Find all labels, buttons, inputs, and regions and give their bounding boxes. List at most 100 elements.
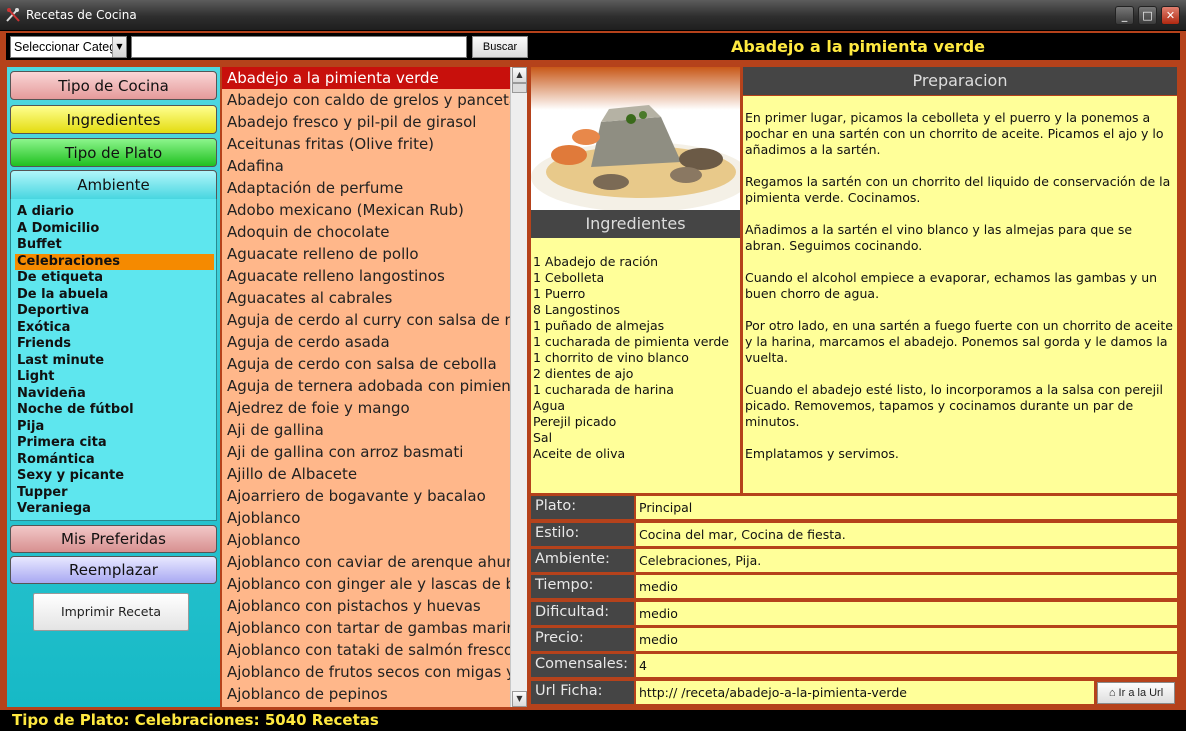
scroll-down-icon[interactable]: ▼	[512, 691, 527, 707]
category-select[interactable]: Seleccionar Categoría ▼	[10, 36, 127, 58]
preparation-step: Cuando el alcohol empiece a evaporar, ec…	[745, 270, 1158, 301]
recipe-title: Abadejo a la pimienta verde	[730, 37, 986, 56]
go-to-url-button[interactable]: ⌂ Ir a la Url	[1097, 682, 1175, 704]
recipe-list-item[interactable]: Aguja de ternera adobada con pimientos	[222, 375, 510, 397]
ambiente-item[interactable]: Light	[15, 369, 214, 385]
scroll-up-icon[interactable]: ▲	[512, 67, 527, 83]
recipe-list: Abadejo a la pimienta verde Abadejo con c…	[222, 67, 527, 707]
ingredient-item: Agua	[533, 398, 566, 413]
mis-preferidas-button[interactable]: Mis Preferidas	[10, 525, 217, 553]
ambiente-item[interactable]: Primera cita	[15, 435, 214, 451]
preparation-step: Emplatamos y servimos.	[745, 446, 899, 461]
tipo-cocina-button[interactable]: Tipo de Cocina	[10, 71, 217, 100]
info-value: Principal	[636, 496, 1177, 519]
scroll-thumb[interactable]	[512, 83, 527, 93]
ambiente-item[interactable]: A Domicilio	[15, 221, 214, 237]
recipe-list-item[interactable]: Abadejo con caldo de grelos y panceta	[222, 89, 510, 111]
recipe-photo	[531, 67, 740, 210]
recipe-list-item[interactable]: Ajoblanco con pistachos y huevas	[222, 595, 510, 617]
recipe-list-item[interactable]: Adoquin de chocolate	[222, 221, 510, 243]
minimize-button[interactable]: _	[1115, 6, 1134, 25]
ambiente-item[interactable]: Navideña	[15, 386, 214, 402]
category-panel: Tipo de Cocina Ingredientes Tipo de Plat…	[7, 67, 220, 707]
home-icon: ⌂	[1108, 687, 1116, 699]
recipe-list-item[interactable]: Aceitunas fritas (Olive frite)	[222, 133, 510, 155]
go-to-url-label: Ir a la Url	[1118, 687, 1164, 699]
ambiente-list: A diario A Domicilio Buffet Celebraciones De…	[10, 199, 217, 521]
recipe-list-item[interactable]: Ajoblanco	[222, 507, 510, 529]
preparation-step: Por otro lado, en una sartén a fuego fue…	[745, 318, 1173, 365]
close-button[interactable]: ✕	[1161, 6, 1180, 25]
ambiente-item[interactable]: Exótica	[15, 320, 214, 336]
preparation-panel: En primer lugar, picamos la cebolleta y …	[743, 96, 1177, 493]
recipe-list-item[interactable]: Ajedrez de foie y mango	[222, 397, 510, 419]
info-value: http:// /receta/abadejo-a-la-pimienta-ve…	[636, 681, 1094, 704]
status-text: Tipo de Plato: Celebraciones: 5040 Recet…	[12, 711, 379, 729]
recipe-list-item[interactable]: Ajillo de Albacete	[222, 463, 510, 485]
info-label: Estilo:	[531, 523, 634, 546]
info-label: Url Ficha:	[531, 681, 634, 704]
ambiente-item[interactable]: Deportiva	[15, 303, 214, 319]
print-recipe-button[interactable]: Imprimir Receta	[33, 593, 189, 631]
chevron-down-icon[interactable]: ▼	[112, 37, 126, 57]
recipe-list-item[interactable]: Aji de gallina	[222, 419, 510, 441]
recipe-list-item[interactable]: Aguja de cerdo con salsa de cebolla	[222, 353, 510, 375]
info-value: Cocina del mar, Cocina de fiesta.	[636, 523, 1177, 546]
tipo-plato-button[interactable]: Tipo de Plato	[10, 138, 217, 167]
ambiente-item[interactable]: De etiqueta	[15, 270, 214, 286]
recipe-list-item[interactable]: Ajoblanco	[222, 529, 510, 551]
recipe-list-item[interactable]: Abadejo a la pimienta verde	[222, 67, 510, 89]
recipe-list-item[interactable]: Aji de gallina con arroz basmati	[222, 441, 510, 463]
recipe-list-item[interactable]: Aguja de cerdo asada	[222, 331, 510, 353]
ingredient-item: 1 Puerro	[533, 286, 586, 301]
info-label: Dificultad:	[531, 602, 634, 625]
ingredient-item: 1 cucharada de pimienta verde	[533, 334, 729, 349]
recipe-list-item[interactable]: Ajoblanco con tataki de salmón fresco	[222, 639, 510, 661]
recipe-list-item[interactable]: Ajoblanco con ginger ale y lascas de bac…	[222, 573, 510, 595]
recipe-list-item[interactable]: Ajoblanco con caviar de arenque ahumado	[222, 551, 510, 573]
ambiente-item[interactable]: Tupper	[15, 485, 214, 501]
title-bar[interactable]: Recetas de Cocina _ □ ✕	[0, 0, 1186, 31]
ambiente-item[interactable]: Romántica	[15, 452, 214, 468]
ingredient-item: 1 Abadejo de ración	[533, 254, 659, 269]
app-window: Recetas de Cocina _ □ ✕ Seleccionar Cate…	[0, 0, 1186, 731]
ambiente-item[interactable]: A diario	[15, 204, 214, 220]
recipe-list-item[interactable]: Ajoarriero de bogavante y bacalao	[222, 485, 510, 507]
recipe-list-scrollbar[interactable]: ▲ ▼	[510, 67, 527, 707]
ambiente-item[interactable]: Veraniega	[15, 501, 214, 517]
recipe-list-item[interactable]: Aguacate relleno de pollo	[222, 243, 510, 265]
utensils-icon	[6, 8, 20, 22]
info-value: 4	[636, 654, 1177, 677]
recipe-list-item[interactable]: Aguja de cerdo al curry con salsa de man…	[222, 309, 510, 331]
ambiente-button[interactable]: Ambiente	[10, 170, 217, 200]
ambiente-item[interactable]: Celebraciones	[15, 253, 214, 270]
info-value: medio	[636, 575, 1177, 598]
recipe-list-item[interactable]: Adaptación de perfume	[222, 177, 510, 199]
ambiente-item[interactable]: Pija	[15, 419, 214, 435]
ingredient-item: 1 chorrito de vino blanco	[533, 350, 689, 365]
preparation-step: Cuando el abadejo esté listo, lo incorpo…	[745, 382, 1164, 429]
toolbar: Seleccionar Categoría ▼ Buscar Abadejo a…	[6, 33, 1180, 60]
maximize-button[interactable]: □	[1138, 6, 1157, 25]
reemplazar-button[interactable]: Reemplazar	[10, 556, 217, 584]
info-value: medio	[636, 602, 1177, 625]
ambiente-item[interactable]: Friends	[15, 336, 214, 352]
recipe-list-item[interactable]: Aguacates al cabrales	[222, 287, 510, 309]
ambiente-item[interactable]: De la abuela	[15, 287, 214, 303]
ambiente-item[interactable]: Noche de fútbol	[15, 402, 214, 418]
recipe-list-item[interactable]: Aguacate relleno langostinos	[222, 265, 510, 287]
ambiente-item[interactable]: Sexy y picante	[15, 468, 214, 484]
search-input[interactable]	[131, 36, 467, 58]
ambiente-item[interactable]: Last minute	[15, 353, 214, 369]
recipe-list-item[interactable]: Ajoblanco con tartar de gambas marinadas	[222, 617, 510, 639]
ambiente-item[interactable]: Buffet	[15, 237, 214, 253]
search-button[interactable]: Buscar	[472, 36, 528, 58]
recipe-list-item[interactable]: Adafina	[222, 155, 510, 177]
ingredients-header: Ingredientes	[531, 210, 740, 238]
recipe-list-item[interactable]: Ajoblanco de frutos secos con migas y uv…	[222, 661, 510, 683]
ingredientes-button[interactable]: Ingredientes	[10, 105, 217, 134]
recipe-list-item[interactable]: Abadejo fresco y pil-pil de girasol	[222, 111, 510, 133]
recipe-list-item[interactable]: Ajoblanco de pepinos	[222, 683, 510, 705]
ingredient-item: 8 Langostinos	[533, 302, 621, 317]
recipe-list-item[interactable]: Adobo mexicano (Mexican Rub)	[222, 199, 510, 221]
